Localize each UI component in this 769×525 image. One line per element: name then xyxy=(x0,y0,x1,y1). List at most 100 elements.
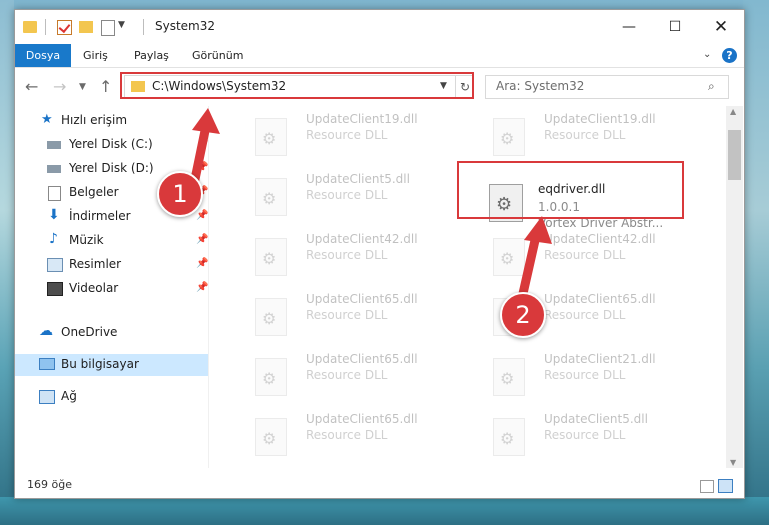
tab-view[interactable]: Görünüm xyxy=(192,44,243,67)
file-name: UpdateClient19.dll xyxy=(306,112,418,126)
list-item[interactable]: UpdateClient65.dll Resource DLL xyxy=(247,410,467,466)
music-icon: ♪ xyxy=(49,231,58,247)
pin-icon[interactable]: 📌 xyxy=(196,258,208,269)
desktop-wallpaper-left xyxy=(0,0,14,525)
dll-file-icon xyxy=(493,418,525,456)
divider xyxy=(143,19,144,35)
video-icon xyxy=(47,282,63,296)
dll-file-icon xyxy=(255,358,287,396)
back-arrow-icon[interactable]: ← xyxy=(25,77,38,96)
pin-icon[interactable]: 📌 xyxy=(196,282,208,293)
sidebar-item-label: Yerel Disk (D:) xyxy=(69,161,154,175)
folder-icon xyxy=(23,21,37,33)
list-item[interactable]: UpdateClient19.dll Resource DLL xyxy=(485,110,705,166)
tab-share[interactable]: Paylaş xyxy=(134,44,169,67)
list-item[interactable]: UpdateClient65.dll Resource DLL xyxy=(247,290,467,346)
file-explorer-window: ▼ System32 — ☐ ✕ Dosya Giriş Paylaş Görü… xyxy=(14,9,745,499)
file-name: UpdateClient65.dll xyxy=(306,412,418,426)
scrollbar-thumb[interactable] xyxy=(728,130,741,180)
callout-badge-1: 1 xyxy=(157,171,203,217)
pin-icon[interactable]: 📌 xyxy=(196,210,208,221)
dll-file-icon xyxy=(493,358,525,396)
properties-check-icon[interactable] xyxy=(57,20,72,35)
sidebar-item-this-pc[interactable]: Bu bilgisayar xyxy=(15,354,208,376)
file-name: UpdateClient5.dll xyxy=(306,172,410,186)
details-view-icon[interactable] xyxy=(700,480,714,493)
file-description: Resource DLL xyxy=(306,188,388,202)
dll-file-icon xyxy=(255,298,287,336)
file-description: Resource DLL xyxy=(544,128,626,142)
vertical-scrollbar[interactable]: ▲ ▼ xyxy=(726,106,743,468)
ribbon-tabs: Dosya Giriş Paylaş Görünüm ⌄ ? xyxy=(15,44,744,68)
dll-file-icon xyxy=(255,238,287,276)
dll-file-icon xyxy=(493,118,525,156)
file-name: UpdateClient21.dll xyxy=(544,352,656,366)
close-button[interactable]: ✕ xyxy=(698,10,744,44)
list-item[interactable]: UpdateClient5.dll Resource DLL xyxy=(247,170,467,226)
divider xyxy=(45,19,46,35)
sidebar-item-onedrive[interactable]: ☁ OneDrive xyxy=(15,322,208,344)
up-arrow-icon[interactable]: ↑ xyxy=(99,77,112,96)
documents-icon xyxy=(48,186,61,201)
desktop-wallpaper-right xyxy=(743,0,769,525)
list-item[interactable]: UpdateClient5.dll Resource DLL xyxy=(485,410,705,466)
sidebar-item-label: Yerel Disk (C:) xyxy=(69,137,153,151)
callout-badge-2: 2 xyxy=(500,292,546,338)
item-count: 169 öğe xyxy=(27,478,72,491)
file-description: Resource DLL xyxy=(544,368,626,382)
file-name: UpdateClient5.dll xyxy=(544,412,648,426)
file-name: UpdateClient42.dll xyxy=(306,232,418,246)
computer-icon xyxy=(39,358,55,370)
cloud-icon: ☁ xyxy=(39,323,53,339)
list-item[interactable]: UpdateClient65.dll Resource DLL xyxy=(247,350,467,406)
pictures-icon xyxy=(47,258,63,272)
minimize-button[interactable]: — xyxy=(606,10,652,44)
sidebar-item-label: Bu bilgisayar xyxy=(61,357,139,371)
dll-file-icon xyxy=(255,118,287,156)
drive-icon xyxy=(47,141,61,149)
help-icon[interactable]: ? xyxy=(722,48,737,63)
list-item[interactable]: UpdateClient21.dll Resource DLL xyxy=(485,350,705,406)
file-highlight-box xyxy=(457,161,684,219)
list-item[interactable]: UpdateClient19.dll Resource DLL xyxy=(247,110,467,166)
scroll-up-arrow-icon[interactable]: ▲ xyxy=(730,107,736,116)
sidebar-item-pictures[interactable]: Resimler 📌 xyxy=(15,254,208,276)
window-title: System32 xyxy=(155,19,216,33)
sidebar-item-label: İndirmeler xyxy=(69,209,131,223)
list-item[interactable]: UpdateClient42.dll Resource DLL xyxy=(247,230,467,286)
sidebar-item-label: Hızlı erişim xyxy=(61,113,128,127)
scroll-down-arrow-icon[interactable]: ▼ xyxy=(730,458,736,467)
network-icon xyxy=(39,390,55,404)
maximize-button[interactable]: ☐ xyxy=(652,10,698,44)
new-folder-icon[interactable] xyxy=(79,21,93,33)
recent-locations-chevron-icon[interactable]: ▼ xyxy=(79,82,86,92)
file-name: UpdateClient19.dll xyxy=(544,112,656,126)
dll-file-icon xyxy=(255,418,287,456)
sidebar-item-label: Resimler xyxy=(69,257,122,271)
sidebar-item-network[interactable]: Ağ xyxy=(15,386,208,408)
file-description: Resource DLL xyxy=(306,128,388,142)
search-icon[interactable]: ⌕ xyxy=(708,79,715,94)
expand-ribbon-chevron-icon[interactable]: ⌄ xyxy=(703,49,711,60)
forward-arrow-icon[interactable]: → xyxy=(53,77,66,96)
sidebar-item-label: OneDrive xyxy=(61,325,118,339)
sidebar-item-label: Videolar xyxy=(69,281,119,295)
pin-icon[interactable]: 📌 xyxy=(196,234,208,245)
search-placeholder: Ara: System32 xyxy=(496,79,585,93)
properties-icon[interactable] xyxy=(101,20,115,36)
search-input[interactable]: Ara: System32 ⌕ xyxy=(485,75,729,99)
tab-home[interactable]: Giriş xyxy=(83,44,108,67)
sidebar-item-videos[interactable]: Videolar 📌 xyxy=(15,278,208,300)
file-description: Resource DLL xyxy=(306,368,388,382)
drive-icon xyxy=(47,165,61,173)
sidebar-item-label: Müzik xyxy=(69,233,104,247)
navigation-bar: ← → ▼ ↑ C:\Windows\System32 ▼ ↻ Ara: Sys… xyxy=(15,68,744,104)
sidebar-item-music[interactable]: ♪ Müzik 📌 xyxy=(15,230,208,252)
tiles-view-icon[interactable] xyxy=(718,479,733,493)
customize-toolbar-chevron-icon[interactable]: ▼ xyxy=(118,20,125,36)
tab-file[interactable]: Dosya xyxy=(15,44,71,67)
star-icon: ★ xyxy=(41,112,53,127)
dll-file-icon xyxy=(255,178,287,216)
file-name: UpdateClient65.dll xyxy=(306,292,418,306)
file-description: Resource DLL xyxy=(306,248,388,262)
